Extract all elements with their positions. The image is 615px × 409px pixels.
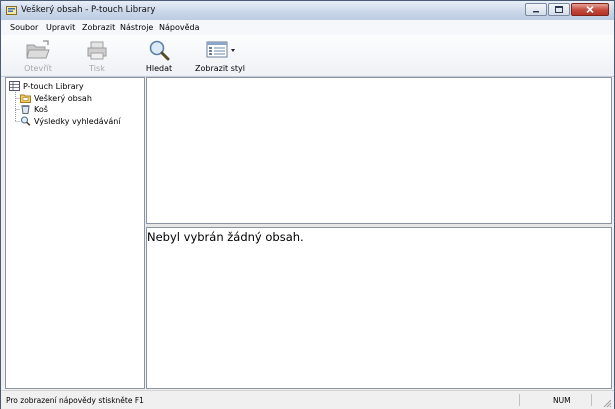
tree-root-label: P-touch Library <box>23 81 84 91</box>
maximize-icon <box>555 6 563 13</box>
window-title: Veškerý obsah - P-touch Library <box>21 5 156 15</box>
library-icon <box>9 81 20 91</box>
dropdown-arrow-icon <box>231 49 235 52</box>
title-bar[interactable]: Veškerý obsah - P-touch Library <box>1 1 614 21</box>
tree-item-label: Koš <box>34 104 48 114</box>
printer-icon <box>87 41 107 60</box>
view-style-button[interactable]: Zobrazit styl <box>194 37 246 75</box>
minimize-button[interactable] <box>525 3 547 16</box>
open-label: Otevřít <box>24 64 52 73</box>
menu-edit[interactable]: Upravit <box>46 23 75 32</box>
open-button[interactable]: Otevřít <box>19 37 57 75</box>
folder-icon <box>20 94 31 103</box>
tree-item-search-results[interactable]: Výsledky vyhledávání <box>20 115 121 127</box>
menu-tools[interactable]: Nástroje <box>120 23 153 32</box>
num-lock-indicator: NUM <box>553 396 571 405</box>
preview-pane: Nebyl vybrán žádný obsah. <box>146 227 612 389</box>
view-style-label: Zobrazit styl <box>194 64 245 73</box>
print-label: Tisk <box>89 64 105 73</box>
status-bar: Pro zobrazení nápovědy stiskněte F1 NUM <box>1 390 614 409</box>
trash-icon <box>21 105 30 114</box>
toolbar: Otevřít Tisk Hledat Zobrazit styl <box>1 35 614 77</box>
app-icon <box>6 6 17 15</box>
tree-root-library[interactable]: P-touch Library <box>9 80 84 92</box>
menu-view[interactable]: Zobrazit <box>82 23 115 32</box>
folder-tree[interactable]: P-touch Library Veškerý obsah Koš Výsled… <box>5 77 145 389</box>
close-button[interactable] <box>571 3 609 16</box>
status-help-text: Pro zobrazení nápovědy stiskněte F1 <box>6 396 144 405</box>
empty-content-message: Nebyl vybrán žádný obsah. <box>147 230 304 244</box>
window-controls <box>524 3 609 17</box>
tree-item-label: Výsledky vyhledávání <box>34 116 121 126</box>
resize-grip-icon[interactable] <box>602 398 612 408</box>
menu-bar: Soubor Upravit Zobrazit Nástroje Nápověd… <box>1 20 614 35</box>
search-label: Hledat <box>145 64 173 73</box>
folder-open-icon <box>26 40 50 59</box>
maximize-button[interactable] <box>548 3 570 16</box>
status-divider <box>591 394 592 406</box>
close-icon <box>586 6 594 13</box>
magnifier-icon <box>149 40 170 61</box>
search-button[interactable]: Hledat <box>141 37 177 75</box>
app-window: Veškerý obsah - P-touch Library Soubor U… <box>0 0 615 409</box>
menu-file[interactable]: Soubor <box>10 23 38 32</box>
tree-item-trash[interactable]: Koš <box>20 103 48 115</box>
view-style-icon <box>206 41 235 58</box>
tree-item-label: Veškerý obsah <box>34 93 92 103</box>
print-button[interactable]: Tisk <box>80 37 114 75</box>
content-list-pane[interactable] <box>146 77 612 224</box>
search-results-icon <box>20 116 31 126</box>
menu-help[interactable]: Nápověda <box>159 23 200 32</box>
minimize-icon <box>533 10 539 12</box>
status-divider <box>519 394 520 406</box>
